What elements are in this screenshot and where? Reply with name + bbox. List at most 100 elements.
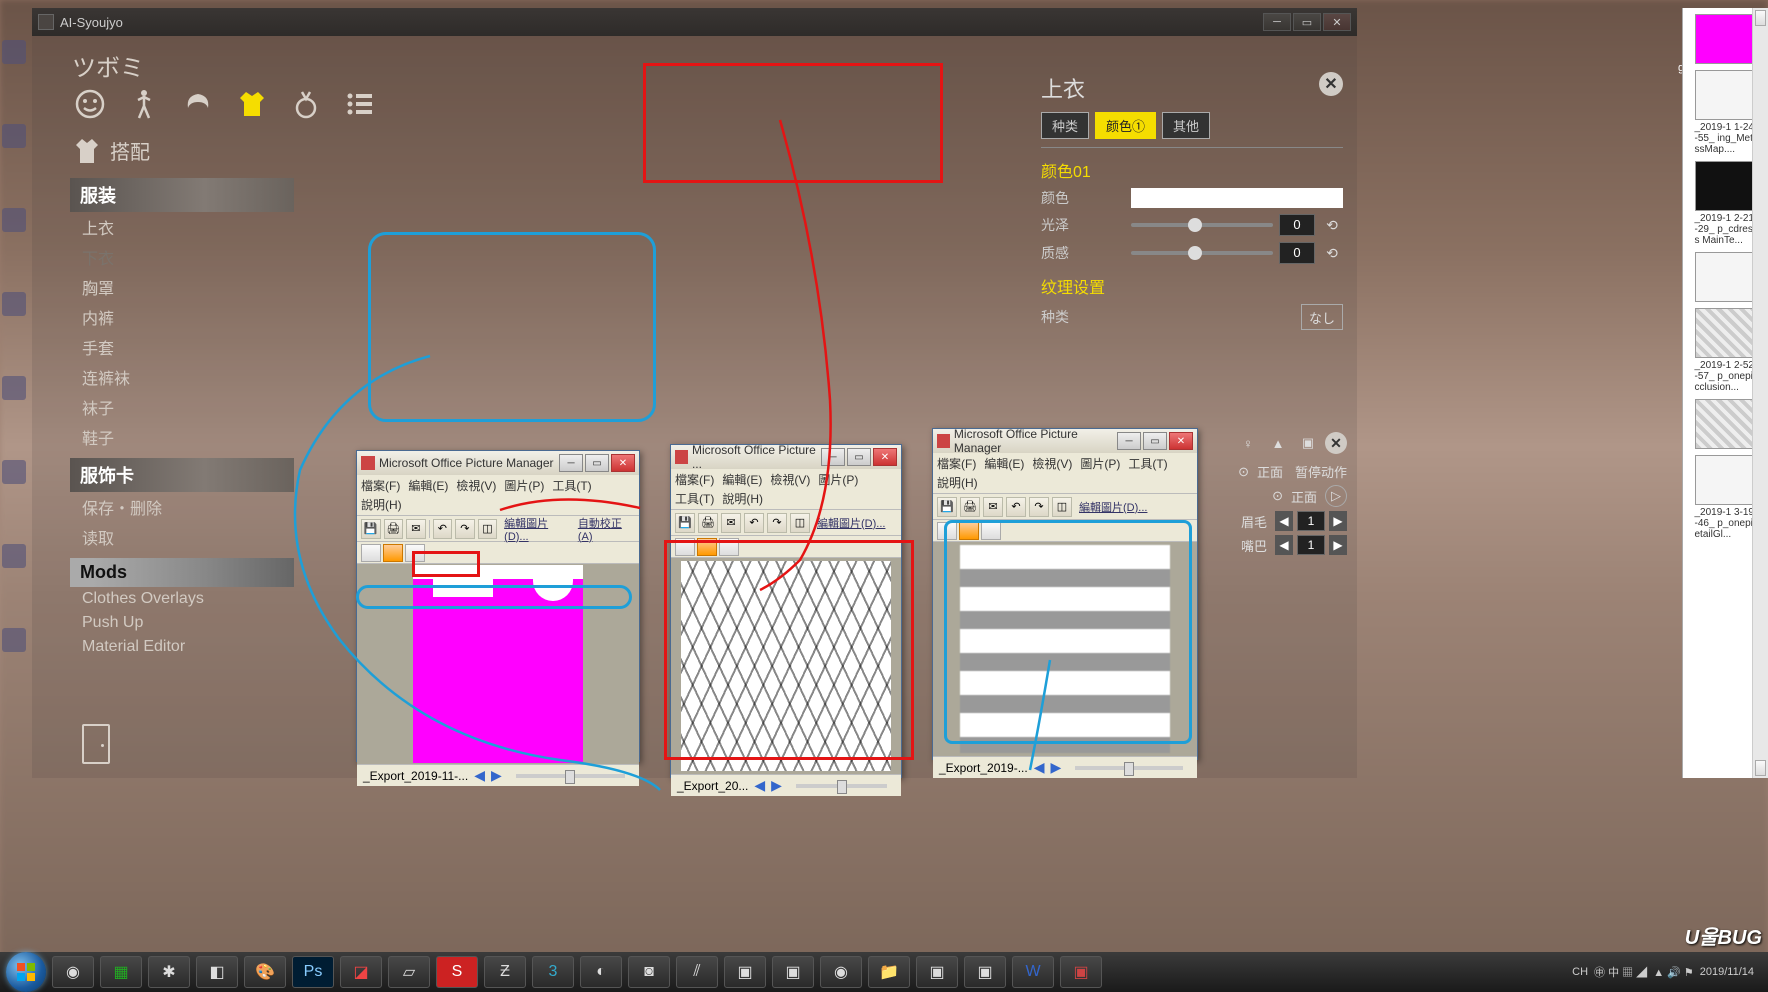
prev-arrow[interactable]: ◀ (474, 767, 485, 784)
pm-max[interactable]: ▭ (585, 454, 609, 472)
taskbar-app[interactable]: ◧ (196, 956, 238, 988)
menu-view[interactable]: 檢視(V) (770, 471, 810, 488)
sidebar-item-bra[interactable]: 胸罩 (70, 272, 294, 302)
menu-file[interactable]: 檔案(F) (675, 471, 714, 488)
tab-type[interactable]: 种类 (1041, 112, 1089, 139)
desktop-icon[interactable] (2, 376, 26, 400)
play-button[interactable]: ▷ (1325, 485, 1347, 507)
sidebar-item-shoes[interactable]: 鞋子 (70, 422, 294, 452)
desktop-icon[interactable] (2, 208, 26, 232)
pm-canvas[interactable] (357, 564, 639, 764)
menu-help[interactable]: 說明(H) (361, 496, 402, 513)
rotate-icon[interactable]: ↶ (1006, 497, 1026, 517)
taskbar-picmgr[interactable]: ▣ (1060, 956, 1102, 988)
pm-close[interactable]: ✕ (873, 448, 897, 466)
tray-icons[interactable]: ▲ 🔊 ⚑ (1653, 966, 1694, 979)
taskbar-excel[interactable]: ▦ (100, 956, 142, 988)
save-icon[interactable]: 💾 (361, 519, 381, 539)
mouth-prev[interactable]: ◀ (1275, 535, 1293, 555)
taskbar-photoshop[interactable]: Ps (292, 956, 334, 988)
sidebar-item-pushup[interactable]: Push Up (70, 611, 294, 635)
picture-manager-window-1[interactable]: Microsoft Office Picture Manager ─▭✕ 檔案(… (356, 450, 640, 762)
mail-icon[interactable]: ✉ (983, 497, 1003, 517)
edit-pic-link[interactable]: 編輯圖片(D)... (504, 515, 571, 543)
save-icon[interactable]: 💾 (937, 497, 957, 517)
taskbar-word[interactable]: W (1012, 956, 1054, 988)
pm-titlebar[interactable]: Microsoft Office Picture ... ─▭✕ (671, 445, 901, 469)
print-icon[interactable]: 🖨 (384, 519, 404, 539)
rotate-icon[interactable]: ↷ (455, 519, 475, 539)
desktop-icon[interactable] (2, 124, 26, 148)
edit-pic-link[interactable]: 編輯圖片(D)... (1079, 499, 1147, 515)
pm-min[interactable]: ─ (559, 454, 583, 472)
view-strip[interactable] (981, 522, 1001, 540)
save-icon[interactable]: 💾 (675, 513, 695, 533)
rotate-icon[interactable]: ↷ (767, 513, 787, 533)
hair-tab[interactable] (180, 86, 216, 122)
menu-pic[interactable]: 圖片(P) (504, 477, 544, 494)
crop-icon[interactable]: ◫ (478, 519, 498, 539)
pm-titlebar[interactable]: Microsoft Office Picture Manager ─▭✕ (357, 451, 639, 475)
mouth-value[interactable]: 1 (1297, 535, 1325, 555)
taskbar-app[interactable]: ✱ (148, 956, 190, 988)
menu-pic[interactable]: 圖片(P) (1080, 455, 1120, 472)
menu-tool[interactable]: 工具(T) (1128, 455, 1167, 472)
titlebar[interactable]: AI-Syoujyo ─ ▭ ✕ (32, 8, 1357, 36)
tab-color[interactable]: 颜色① (1095, 112, 1156, 139)
view-single[interactable] (697, 538, 717, 556)
taskbar-zbrush[interactable]: Ƶ (484, 956, 526, 988)
ime-indicator[interactable]: ㊥ 中 ▦ ◢ (1594, 964, 1647, 980)
front-label-1[interactable]: 正面 (1257, 462, 1283, 481)
pm-titlebar[interactable]: Microsoft Office Picture Manager ─▭✕ (933, 429, 1197, 453)
view-thumb[interactable] (937, 522, 957, 540)
menu-edit[interactable]: 編輯(E) (722, 471, 762, 488)
file-thumb[interactable] (1695, 252, 1757, 302)
taskbar-app[interactable]: ◐ (580, 956, 622, 988)
gloss-value[interactable]: 0 (1279, 214, 1315, 236)
sidebar-item-panties[interactable]: 内裤 (70, 302, 294, 332)
taskbar-chrome[interactable]: ◉ (820, 956, 862, 988)
rotate-icon[interactable]: ↷ (1029, 497, 1049, 517)
eyebrow-prev[interactable]: ◀ (1275, 511, 1293, 531)
menu-help[interactable]: 說明(H) (722, 490, 763, 507)
sidebar-item-gloves[interactable]: 手套 (70, 332, 294, 362)
taskbar-paint[interactable]: 🎨 (244, 956, 286, 988)
sidebar-item-load[interactable]: 读取 (70, 522, 294, 552)
taskbar-app[interactable]: ▣ (916, 956, 958, 988)
maximize-button[interactable]: ▭ (1293, 13, 1321, 31)
desktop-icon[interactable] (2, 460, 26, 484)
zoom-slider[interactable] (516, 774, 625, 778)
eyebrow-value[interactable]: 1 (1297, 511, 1325, 531)
zoom-slider[interactable] (796, 784, 887, 788)
desktop-icon[interactable] (2, 628, 26, 652)
scrollbar[interactable] (1752, 8, 1768, 778)
desktop-icon[interactable] (2, 292, 26, 316)
crop-icon[interactable]: ◫ (1052, 497, 1072, 517)
pm-max[interactable]: ▭ (1143, 432, 1167, 450)
rotate-icon[interactable]: ↶ (744, 513, 764, 533)
file-thumb[interactable] (1695, 399, 1757, 449)
next-arrow[interactable]: ▶ (771, 777, 782, 794)
sidebar-item-save-delete[interactable]: 保存・删除 (70, 492, 294, 522)
picture-manager-window-3[interactable]: Microsoft Office Picture Manager ─▭✕ 檔案(… (932, 428, 1198, 760)
file-thumb[interactable]: _2019-1 2-52-57_ p_onepi cclusion... (1695, 308, 1757, 393)
pm-min[interactable]: ─ (1117, 432, 1141, 450)
color-swatch[interactable] (1131, 188, 1343, 208)
view-thumb[interactable] (361, 544, 381, 562)
taskbar-app[interactable]: ▱ (388, 956, 430, 988)
picture-manager-window-2[interactable]: Microsoft Office Picture ... ─▭✕ 檔案(F) 編… (670, 444, 902, 778)
menu-file[interactable]: 檔案(F) (937, 455, 976, 472)
rotate-icon[interactable]: ↶ (433, 519, 453, 539)
taskbar-3dsmax[interactable]: 3 (532, 956, 574, 988)
clock[interactable]: 2019/11/14 (1700, 966, 1754, 978)
print-icon[interactable]: 🖨 (960, 497, 980, 517)
body-tab[interactable] (126, 86, 162, 122)
prev-arrow[interactable]: ◀ (1034, 759, 1045, 776)
taskbar-explorer[interactable]: 📁 (868, 956, 910, 988)
lang-indicator[interactable]: CH (1572, 966, 1588, 978)
pm-min[interactable]: ─ (821, 448, 845, 466)
menu-tool[interactable]: 工具(T) (552, 477, 591, 494)
file-thumb[interactable]: _2019-1 1-24-55_ ing_Met ssMap.... (1695, 70, 1757, 155)
autofix-link[interactable]: 自動校正(A) (578, 515, 635, 543)
pose-image-icon[interactable]: ▣ (1297, 432, 1319, 454)
